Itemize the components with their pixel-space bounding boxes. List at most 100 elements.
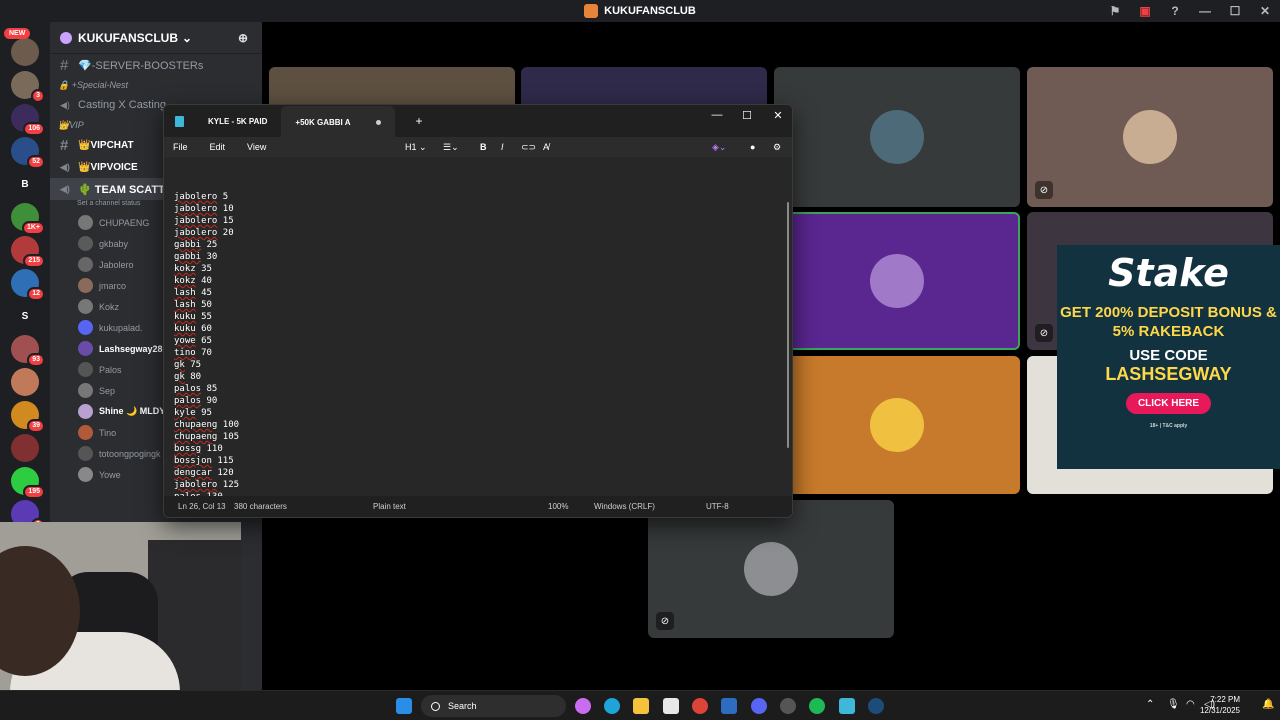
start-menu-icon[interactable] xyxy=(396,698,412,714)
server-icon[interactable] xyxy=(11,434,39,462)
line-number-value: 25 xyxy=(206,240,218,250)
clear-format-icon[interactable]: A̸ xyxy=(543,142,549,152)
help-icon[interactable]: ? xyxy=(1160,4,1190,18)
text-line: gk 75 xyxy=(174,359,239,371)
server-header[interactable]: KUKUFANSCLUB ⌄ ⊕ xyxy=(50,22,262,54)
maximize-button[interactable]: ☐ xyxy=(1220,4,1250,18)
server-name: KUKUFANSCLUB xyxy=(78,30,178,45)
server-icon[interactable]: 215 xyxy=(11,236,45,268)
settings-gear-icon[interactable]: ⚙ xyxy=(773,142,781,153)
taskbar-search[interactable]: Search xyxy=(421,695,566,717)
text-line: kokz 35 xyxy=(174,263,239,275)
server-icon[interactable]: 1K+ xyxy=(11,203,45,235)
notification-bell-icon[interactable]: 🔔 xyxy=(1262,699,1274,710)
clock[interactable]: 7:22 PM 12/31/2025 xyxy=(1200,694,1240,716)
avatar xyxy=(78,404,93,419)
participant-tile[interactable] xyxy=(774,67,1020,207)
server-icon[interactable]: 93 xyxy=(11,335,45,367)
participant-tile[interactable] xyxy=(774,212,1020,350)
heading-select[interactable]: H1 ⌄ xyxy=(405,142,427,153)
mail-icon[interactable] xyxy=(721,698,737,714)
deafened-icon: ⊘ xyxy=(1035,181,1053,199)
text-line: kokz 40 xyxy=(174,275,239,287)
clock-time: 7:22 PM xyxy=(1210,695,1240,704)
text-line: jabolero 20 xyxy=(174,227,239,239)
channel-name: 👑VIPVOICE xyxy=(78,161,138,173)
participant-tile[interactable]: ⊘ xyxy=(648,500,894,638)
line-word: kyle xyxy=(174,408,196,418)
line-word: jabolero xyxy=(174,480,218,490)
notepad-maximize-button[interactable]: ☐ xyxy=(732,105,762,125)
participant-tile[interactable] xyxy=(774,356,1020,494)
github-icon[interactable] xyxy=(780,698,796,714)
participant-avatar xyxy=(870,110,924,164)
line-word: palos xyxy=(174,384,202,394)
list-icon[interactable]: ☰⌄ xyxy=(443,142,459,153)
server-icon[interactable]: 12 xyxy=(11,269,45,301)
notepad-content[interactable]: jabolero 5 jabolero 10 jabolero 15 jabolero… xyxy=(174,191,239,497)
line-number-value: 5 xyxy=(222,192,229,202)
copilot-icon[interactable]: ◈⌄ xyxy=(712,142,726,153)
channel-item[interactable]: # 💎-SERVER-BOOSTERs xyxy=(50,54,262,76)
mention-badge: 93 xyxy=(27,353,45,367)
minimize-button[interactable]: — xyxy=(1190,4,1220,18)
notepad-minimize-button[interactable]: — xyxy=(702,105,732,125)
menu-file[interactable]: File xyxy=(173,142,188,152)
speaker-icon: ◀) xyxy=(60,183,70,194)
new-tab-button[interactable]: + xyxy=(415,114,422,128)
spotify-icon[interactable] xyxy=(809,698,825,714)
italic-icon[interactable]: I xyxy=(501,142,504,152)
notepad-icon[interactable] xyxy=(839,698,855,714)
line-word: kuku xyxy=(174,324,196,334)
microphone-icon[interactable]: 🎙 xyxy=(1167,699,1180,710)
desktop: KUKUFANSCLUB ⚑ ▣ ? — ☐ ✕ NEW 3 106 52 B 1K+ 2… xyxy=(0,0,1280,720)
line-word: palos xyxy=(174,396,202,406)
chrome-icon[interactable] xyxy=(692,698,708,714)
voice-user-name: kukupalad. xyxy=(99,322,143,333)
notepad-text-area[interactable]: jabolero 5 jabolero 10 jabolero 15 jabolero… xyxy=(164,157,792,497)
server-icon[interactable]: 106 xyxy=(11,104,45,136)
participant-tile[interactable]: ⊘ xyxy=(1027,67,1273,207)
server-icon[interactable]: 52 xyxy=(11,137,45,169)
tab-label: +50K GABBI A xyxy=(295,117,351,127)
tab-gabbi[interactable]: +50K GABBI A xyxy=(281,106,396,138)
server-icon[interactable] xyxy=(11,38,39,66)
channel-category[interactable]: 🔒 +Special-Nest xyxy=(50,76,262,94)
close-button[interactable]: ✕ xyxy=(1250,4,1280,18)
screen-share-icon[interactable]: ▣ xyxy=(1130,4,1160,18)
bold-icon[interactable]: B xyxy=(480,142,487,152)
server-icon[interactable]: B xyxy=(11,170,39,198)
menu-view[interactable]: View xyxy=(247,142,266,152)
server-icon[interactable]: 39 xyxy=(11,401,45,433)
link-icon[interactable]: ⊂⊃ xyxy=(521,142,536,153)
clock-date: 12/31/2025 xyxy=(1199,706,1240,715)
file-explorer-icon[interactable] xyxy=(633,698,649,714)
steam-icon[interactable] xyxy=(868,698,884,714)
account-icon[interactable]: ● xyxy=(750,142,755,152)
line-word: tino xyxy=(174,348,196,358)
channel-name: 💎-SERVER-BOOSTERs xyxy=(78,59,204,72)
server-icon xyxy=(60,31,72,44)
server-icon[interactable]: 3 xyxy=(11,71,45,103)
channel-name: 👑VIP xyxy=(58,119,84,130)
server-icon[interactable]: S xyxy=(11,302,39,330)
heading-value: H1 xyxy=(405,141,417,152)
edge-icon[interactable] xyxy=(604,698,620,714)
copilot-icon[interactable] xyxy=(575,698,591,714)
text-line: kuku 60 xyxy=(174,323,239,335)
wifi-icon[interactable]: ◠ xyxy=(1186,699,1195,710)
sponsor-fine-print: 18+ | T&C apply xyxy=(1149,423,1188,429)
notepad-close-button[interactable]: ✕ xyxy=(763,105,792,125)
discord-icon[interactable] xyxy=(751,698,767,714)
tab-kyle[interactable]: KYLE - 5K PAID xyxy=(194,105,281,137)
menu-edit[interactable]: Edit xyxy=(210,142,226,152)
chevron-up-icon[interactable]: ⌃ xyxy=(1146,699,1154,710)
store-icon[interactable] xyxy=(663,698,679,714)
vertical-scrollbar[interactable] xyxy=(787,202,789,448)
text-line: dengcar 120 xyxy=(174,467,239,479)
line-word: lash xyxy=(174,300,196,310)
inbox-icon[interactable]: ⚑ xyxy=(1100,4,1130,18)
server-icon[interactable] xyxy=(11,368,39,396)
server-icon[interactable]: 195 xyxy=(11,467,45,499)
add-member-icon[interactable]: ⊕ xyxy=(238,31,248,45)
